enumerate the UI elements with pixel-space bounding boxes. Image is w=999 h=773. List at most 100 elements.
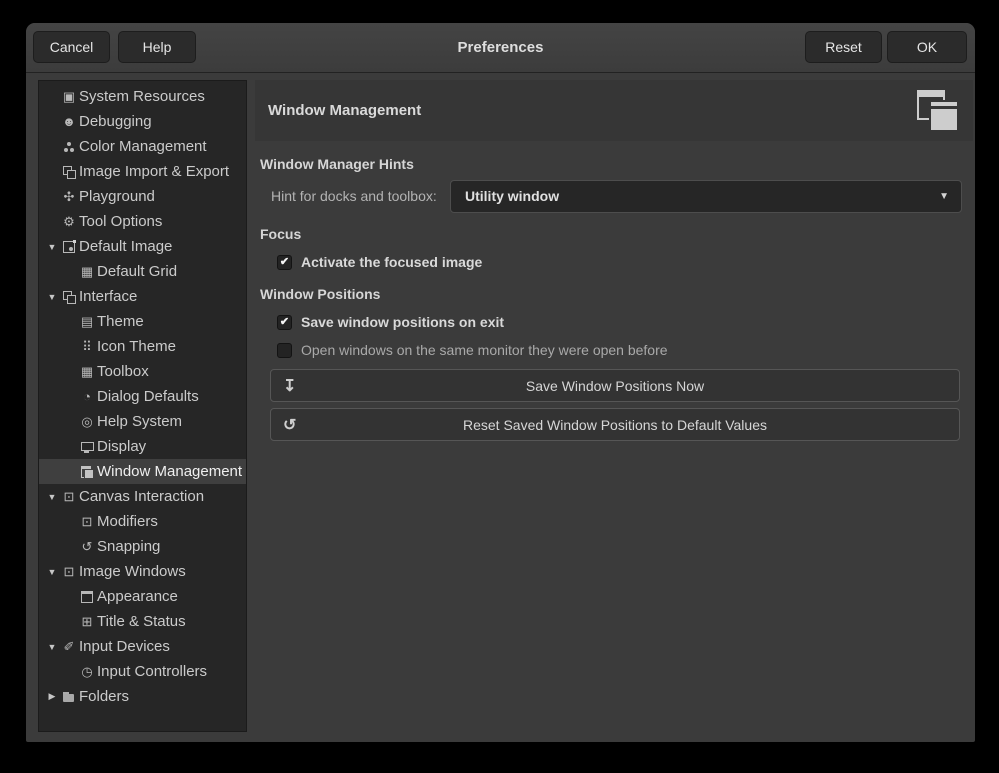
appearance-icon bbox=[81, 591, 93, 603]
cancel-button[interactable]: Cancel bbox=[33, 31, 110, 63]
help-system-icon: ◎ bbox=[79, 415, 95, 429]
sidebar-item-title-status[interactable]: ⊞ Title & Status bbox=[39, 609, 246, 634]
sidebar-item-display[interactable]: Display bbox=[39, 434, 246, 459]
sidebar-item-image-import-export[interactable]: Image Import & Export bbox=[39, 159, 246, 184]
expander-icon[interactable]: ▼ bbox=[43, 292, 61, 302]
sidebar-item-label: Icon Theme bbox=[97, 338, 176, 355]
window-management-icon bbox=[81, 466, 93, 478]
sidebar-item-label: Window Management bbox=[97, 463, 242, 480]
sidebar-item-system-resources[interactable]: ▣ System Resources bbox=[39, 84, 246, 109]
sidebar-item-icon-theme[interactable]: ⠿ Icon Theme bbox=[39, 334, 246, 359]
sidebar-item-input-controllers[interactable]: ◷ Input Controllers bbox=[39, 659, 246, 684]
sidebar-item-label: Theme bbox=[97, 313, 144, 330]
sidebar-item-interface[interactable]: ▼ Interface bbox=[39, 284, 246, 309]
activate-focused-image-label: Activate the focused image bbox=[301, 254, 482, 270]
sidebar-item-label: Input Devices bbox=[79, 638, 170, 655]
reset-icon: ↺ bbox=[283, 409, 296, 440]
section-window-positions: Window Positions bbox=[260, 286, 380, 302]
same-monitor-label: Open windows on the same monitor they we… bbox=[301, 342, 668, 358]
save-positions-on-exit-row[interactable]: ✔ Save window positions on exit bbox=[277, 312, 504, 332]
sidebar-item-playground[interactable]: ✣ Playground bbox=[39, 184, 246, 209]
input-devices-icon: ✐ bbox=[61, 640, 77, 654]
sidebar-item-debugging[interactable]: ☻ Debugging bbox=[39, 109, 246, 134]
modifiers-icon: ⊡ bbox=[79, 515, 95, 529]
activate-focused-image-checkbox[interactable]: ✔ bbox=[277, 255, 292, 270]
save-window-positions-now-label: Save Window Positions Now bbox=[526, 378, 704, 394]
image-import-export-icon bbox=[63, 166, 75, 178]
hint-dropdown-value: Utility window bbox=[465, 181, 559, 212]
sidebar-item-label: System Resources bbox=[79, 88, 205, 105]
sidebar-list: ▣ System Resources ☻ Debugging Color Man… bbox=[38, 80, 247, 732]
hint-dropdown[interactable]: Utility window ▼ bbox=[450, 180, 962, 213]
save-window-positions-now-button[interactable]: ↧ Save Window Positions Now bbox=[270, 369, 960, 402]
sidebar-item-label: Title & Status bbox=[97, 613, 186, 630]
sidebar-item-modifiers[interactable]: ⊡ Modifiers bbox=[39, 509, 246, 534]
sidebar-item-help-system[interactable]: ◎ Help System bbox=[39, 409, 246, 434]
sidebar-item-label: Debugging bbox=[79, 113, 152, 130]
theme-icon: ▤ bbox=[79, 315, 95, 329]
dialog-defaults-icon: ◔ bbox=[79, 390, 95, 404]
sidebar-item-color-management[interactable]: Color Management bbox=[39, 134, 246, 159]
sidebar-item-canvas-interaction[interactable]: ▼ ⊡ Canvas Interaction bbox=[39, 484, 246, 509]
title-status-icon: ⊞ bbox=[79, 615, 95, 629]
sidebar-item-label: Dialog Defaults bbox=[97, 388, 199, 405]
display-icon bbox=[81, 441, 93, 453]
sidebar-item-window-management[interactable]: Window Management bbox=[39, 459, 246, 484]
input-controllers-icon: ◷ bbox=[79, 665, 95, 679]
reset-saved-window-positions-button[interactable]: ↺ Reset Saved Window Positions to Defaul… bbox=[270, 408, 960, 441]
default-image-icon bbox=[63, 241, 75, 253]
sidebar-item-label: Default Image bbox=[79, 238, 172, 255]
save-positions-on-exit-checkbox[interactable]: ✔ bbox=[277, 315, 292, 330]
expander-icon[interactable]: ▼ bbox=[43, 492, 61, 502]
sidebar-item-image-windows[interactable]: ▼ ⊡ Image Windows bbox=[39, 559, 246, 584]
sidebar-item-label: Playground bbox=[79, 188, 155, 205]
reset-button[interactable]: Reset bbox=[805, 31, 882, 63]
sidebar-item-default-image[interactable]: ▼ Default Image bbox=[39, 234, 246, 259]
sidebar-item-label: Image Windows bbox=[79, 563, 186, 580]
window-management-large-icon bbox=[915, 90, 959, 130]
expander-icon[interactable]: ▶ bbox=[43, 691, 61, 702]
sidebar-item-label: Image Import & Export bbox=[79, 163, 229, 180]
reset-saved-window-positions-label: Reset Saved Window Positions to Default … bbox=[463, 417, 767, 433]
sidebar-item-toolbox[interactable]: ▦ Toolbox bbox=[39, 359, 246, 384]
interface-icon bbox=[63, 291, 75, 303]
section-window-manager-hints: Window Manager Hints bbox=[260, 156, 414, 172]
sidebar-item-theme[interactable]: ▤ Theme bbox=[39, 309, 246, 334]
sidebar-item-dialog-defaults[interactable]: ◔ Dialog Defaults bbox=[39, 384, 246, 409]
sidebar-item-label: Display bbox=[97, 438, 146, 455]
sidebar-item-label: Interface bbox=[79, 288, 137, 305]
save-icon: ↧ bbox=[283, 370, 296, 401]
sidebar-item-label: Color Management bbox=[79, 138, 207, 155]
sidebar-item-label: Modifiers bbox=[97, 513, 158, 530]
sidebar-item-snapping[interactable]: ↺ Snapping bbox=[39, 534, 246, 559]
system-resources-icon: ▣ bbox=[61, 90, 77, 104]
same-monitor-row[interactable]: Open windows on the same monitor they we… bbox=[277, 340, 668, 360]
expander-icon[interactable]: ▼ bbox=[43, 567, 61, 577]
expander-icon[interactable]: ▼ bbox=[43, 242, 61, 252]
snapping-icon: ↺ bbox=[79, 540, 95, 554]
sidebar-item-appearance[interactable]: Appearance bbox=[39, 584, 246, 609]
sidebar-item-tool-options[interactable]: ⚙ Tool Options bbox=[39, 209, 246, 234]
sidebar-item-input-devices[interactable]: ▼ ✐ Input Devices bbox=[39, 634, 246, 659]
playground-icon: ✣ bbox=[61, 190, 77, 204]
hint-docks-toolbox-label: Hint for docks and toolbox: bbox=[271, 180, 437, 213]
image-windows-icon: ⊡ bbox=[61, 565, 77, 579]
save-positions-on-exit-label: Save window positions on exit bbox=[301, 314, 504, 330]
page-title: Window Management bbox=[268, 80, 421, 141]
default-grid-icon: ▦ bbox=[79, 265, 95, 279]
sidebar-item-label: Tool Options bbox=[79, 213, 162, 230]
same-monitor-checkbox[interactable] bbox=[277, 343, 292, 358]
activate-focused-image-row[interactable]: ✔ Activate the focused image bbox=[277, 252, 482, 272]
color-management-icon bbox=[63, 141, 75, 153]
sidebar-item-default-grid[interactable]: ▦ Default Grid bbox=[39, 259, 246, 284]
icon-theme-icon: ⠿ bbox=[79, 340, 95, 354]
canvas-interaction-icon: ⊡ bbox=[61, 490, 77, 504]
sidebar-item-label: Default Grid bbox=[97, 263, 177, 280]
folders-icon bbox=[63, 691, 75, 703]
help-button[interactable]: Help bbox=[118, 31, 196, 63]
sidebar-item-label: Toolbox bbox=[97, 363, 149, 380]
expander-icon[interactable]: ▼ bbox=[43, 642, 61, 652]
sidebar-item-folders[interactable]: ▶ Folders bbox=[39, 684, 246, 709]
sidebar-item-label: Appearance bbox=[97, 588, 178, 605]
ok-button[interactable]: OK bbox=[887, 31, 967, 63]
